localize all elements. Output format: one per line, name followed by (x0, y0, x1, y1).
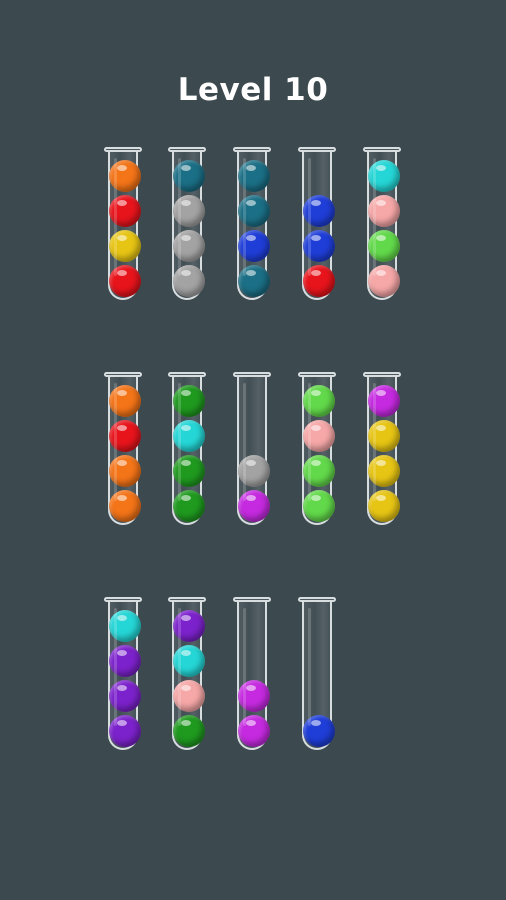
ball-red (109, 420, 141, 452)
ball-yellow (368, 420, 400, 452)
tube-11[interactable] (104, 597, 142, 750)
ball-orange (109, 385, 141, 417)
tube-5[interactable] (363, 147, 401, 300)
ball-orange (109, 160, 141, 192)
ball-purple (109, 680, 141, 712)
ball-gray (173, 265, 205, 297)
ball-magenta (368, 385, 400, 417)
ball-cyan (173, 420, 205, 452)
ball-pink (368, 265, 400, 297)
ball-green (368, 230, 400, 262)
ball-blue (238, 230, 270, 262)
ball-yellow (109, 230, 141, 262)
ball-darkgreen (173, 455, 205, 487)
ball-cyan (368, 160, 400, 192)
ball-cyan (109, 610, 141, 642)
ball-yellow (368, 455, 400, 487)
ball-purple (109, 715, 141, 747)
ball-orange (109, 490, 141, 522)
tube-2[interactable] (168, 147, 206, 300)
ball-darkgreen (173, 490, 205, 522)
tube-7[interactable] (168, 372, 206, 525)
ball-teal (238, 265, 270, 297)
ball-teal (238, 160, 270, 192)
tube-6[interactable] (104, 372, 142, 525)
ball-pink (303, 420, 335, 452)
ball-purple (109, 645, 141, 677)
ball-purple (173, 610, 205, 642)
ball-blue (303, 715, 335, 747)
tube-4[interactable] (298, 147, 336, 300)
tube-13[interactable] (233, 597, 271, 750)
tube-3[interactable] (233, 147, 271, 300)
ball-magenta (238, 490, 270, 522)
tube-12[interactable] (168, 597, 206, 750)
ball-pink (173, 680, 205, 712)
ball-red (109, 265, 141, 297)
ball-red (303, 265, 335, 297)
ball-red (109, 195, 141, 227)
ball-blue (303, 195, 335, 227)
ball-green (303, 385, 335, 417)
tube-1[interactable] (104, 147, 142, 300)
tube-10[interactable] (363, 372, 401, 525)
ball-teal (238, 195, 270, 227)
ball-gray (238, 455, 270, 487)
ball-gray (173, 230, 205, 262)
ball-yellow (368, 490, 400, 522)
tube-14[interactable] (298, 597, 336, 750)
ball-blue (303, 230, 335, 262)
tube-8[interactable] (233, 372, 271, 525)
ball-darkgreen (173, 715, 205, 747)
ball-darkgreen (173, 385, 205, 417)
ball-magenta (238, 715, 270, 747)
ball-teal (173, 160, 205, 192)
level-title: Level 10 (177, 72, 329, 108)
ball-pink (368, 195, 400, 227)
ball-orange (109, 455, 141, 487)
ball-gray (173, 195, 205, 227)
ball-green (303, 490, 335, 522)
ball-green (303, 455, 335, 487)
tube-9[interactable] (298, 372, 336, 525)
ball-cyan (173, 645, 205, 677)
ball-magenta (238, 680, 270, 712)
